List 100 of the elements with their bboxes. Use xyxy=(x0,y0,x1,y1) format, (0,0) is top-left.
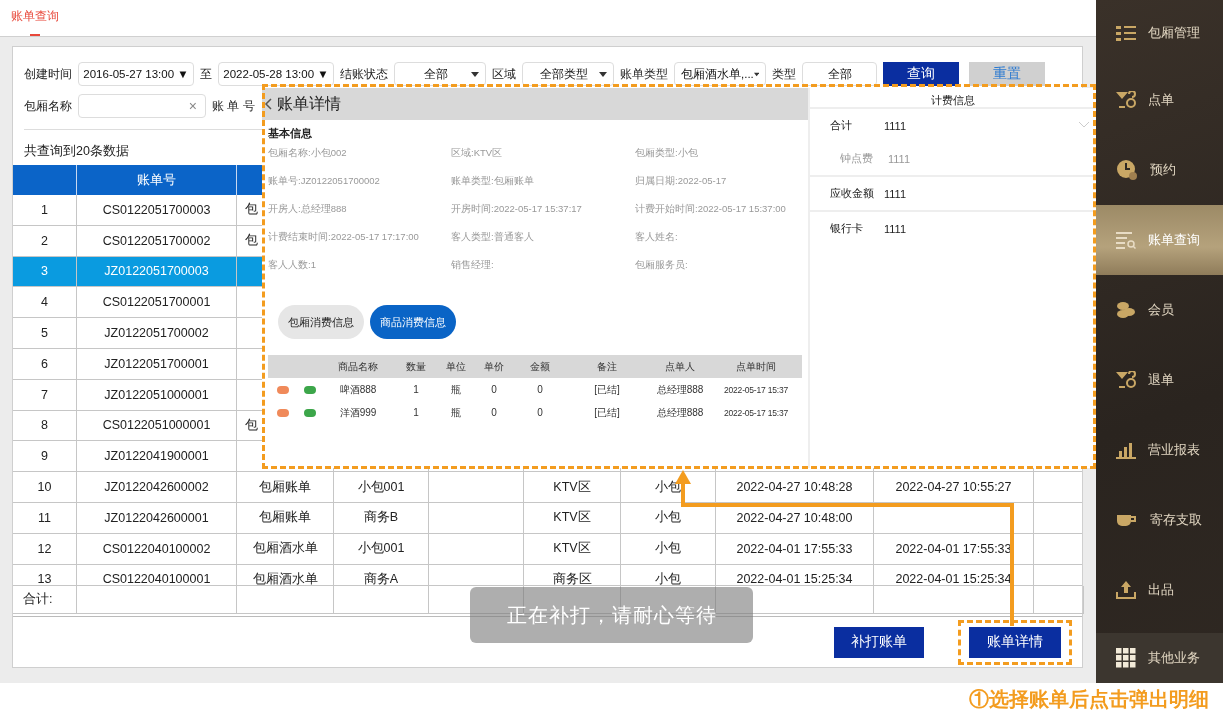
section-title: 基本信息 xyxy=(268,126,313,141)
table-row[interactable]: 12 CS0122040100002 包厢酒水单 小包001 KTV区 小包 2022-04-01 17:55:33 2022-04-01 17:55:33 xyxy=(13,533,1082,565)
date-dropdown[interactable]: 2016-05-27 13:00 ▼ xyxy=(78,62,194,86)
table-cell: 2022-04-01 17:55:33 xyxy=(716,533,874,565)
sidebar-item[interactable]: 退单 xyxy=(1096,345,1223,415)
table-cell: 2022-04-01 15:25:34 xyxy=(874,564,1034,585)
table-cell: 小包 xyxy=(621,564,716,585)
info-field: 包厢名称:小包002 xyxy=(268,147,451,161)
pill-icon[interactable] xyxy=(303,408,316,417)
type-field[interactable]: 全部 xyxy=(802,62,877,86)
sidebar-item[interactable]: 寄存支取 xyxy=(1096,485,1223,555)
table-cell: 包厢账单 xyxy=(237,472,334,503)
table-cell: 4 xyxy=(13,287,77,319)
details-button[interactable]: 账单详情 xyxy=(969,626,1061,658)
cup-icon xyxy=(1116,512,1138,528)
table-cell: 商务A xyxy=(334,564,429,585)
column-header: 单位 xyxy=(445,359,467,374)
select-dropdown[interactable]: 包厢酒水单,... xyxy=(674,62,766,86)
column-header: 账单号 xyxy=(77,165,237,195)
pill-icon[interactable] xyxy=(276,385,289,394)
sidebar-item[interactable]: 包厢管理 xyxy=(1096,0,1223,65)
table-cell: KTV区 xyxy=(524,472,621,503)
billing-label: 钟点费 xyxy=(840,151,874,166)
page-tab[interactable]: 账单查询 xyxy=(11,8,59,36)
table-cell-text: 0 xyxy=(490,384,498,395)
table-cell: 7 xyxy=(13,379,77,411)
table-cell: JZ0122051000001 xyxy=(77,379,237,411)
column-header: 点单时间 xyxy=(735,359,777,374)
table-cell: 包厢账单 xyxy=(237,502,334,534)
table-cell: 6 xyxy=(13,349,77,380)
info-field: 归属日期:2022-05-17 xyxy=(635,175,805,189)
table-cell-text: 0 xyxy=(490,407,498,418)
billing-value: 1111 xyxy=(888,152,911,165)
table-cell-text: [已结] xyxy=(593,405,621,420)
summary-label: 合计: xyxy=(13,586,77,614)
table-cell: 11 xyxy=(13,502,77,534)
table-cell: 8 xyxy=(13,410,77,442)
table-cell: 包厢酒水单 xyxy=(237,533,334,565)
info-field: 账单号:JZ0122051700002 xyxy=(268,175,451,189)
sidebar-item[interactable]: 会员 xyxy=(1096,275,1223,345)
table-cell-text: 2022-05-17 15:37 xyxy=(723,407,789,418)
table-cell-text: 2022-05-17 15:37 xyxy=(723,384,789,395)
grid-icon xyxy=(1116,648,1136,668)
table-row[interactable]: 13 CS0122040100001 包厢酒水单 商务A 商务区 小包 2022-04-01 15:25:34 2022-04-01 15:25:34 xyxy=(13,564,1082,585)
table-cell: JZ0122042600001 xyxy=(77,502,237,534)
table-cell: 2022-04-27 10:48:00 xyxy=(716,502,874,534)
pill-icon[interactable] xyxy=(303,385,316,394)
sidebar-item[interactable]: 其他业务 xyxy=(1096,633,1223,683)
table-cell: JZ0122042600002 xyxy=(77,472,237,503)
table-cell: 商务B xyxy=(334,502,429,534)
table-cell: CS0122051700002 xyxy=(77,225,237,257)
clear-icon[interactable]: × xyxy=(188,98,197,114)
sidebar-item[interactable]: 预约 xyxy=(1096,135,1223,205)
clock-icon xyxy=(1116,159,1138,181)
search-button[interactable]: 查询 xyxy=(883,62,959,86)
coins-icon xyxy=(1116,301,1136,319)
table-row[interactable]: 11 JZ0122042600001 包厢账单 商务B KTV区 小包 2022-04-27 10:48:00 xyxy=(13,502,1082,534)
column-header: 备注 xyxy=(596,359,618,374)
info-field: 客人人数:1 xyxy=(268,259,451,273)
list-search-icon xyxy=(1116,231,1136,249)
dialog-title: 账单详情 xyxy=(277,93,341,114)
table-cell-text: 0 xyxy=(536,407,544,418)
table-row[interactable]: 10 JZ0122042600002 包厢账单 小包001 KTV区 小包 2022-04-27 10:48:28 2022-04-27 10:55:27 xyxy=(13,472,1082,503)
table-cell: 12 xyxy=(13,533,77,565)
bar-chart-icon xyxy=(1116,441,1136,459)
table-cell: KTV区 xyxy=(524,502,621,534)
filter-label: 创建时间 xyxy=(24,65,72,83)
sidebar-item[interactable]: 点单 xyxy=(1096,65,1223,135)
cocktail-icon xyxy=(1116,91,1136,109)
chevron-icon[interactable] xyxy=(1078,121,1090,128)
table-cell-text: 洋酒999 xyxy=(338,405,378,420)
billing-value: 1111 xyxy=(884,187,907,200)
table-cell-text: 1 xyxy=(412,384,420,395)
reprint-button[interactable]: 补打账单 xyxy=(834,626,924,658)
sidebar-item[interactable]: 营业报表 xyxy=(1096,415,1223,485)
select-dropdown[interactable]: 全部类型 xyxy=(522,62,614,86)
date-dropdown[interactable]: 2022-05-28 13:00 ▼ xyxy=(218,62,334,86)
table-cell: 2022-04-27 10:55:27 xyxy=(874,472,1034,503)
table-cell: 13 xyxy=(13,564,77,585)
table-cell: 小包 xyxy=(621,533,716,565)
info-field: 客人姓名: xyxy=(635,231,805,245)
info-field: 包厢服务员: xyxy=(635,259,805,273)
back-icon[interactable] xyxy=(264,98,272,110)
select-dropdown[interactable]: 全部 xyxy=(394,62,486,86)
filter-label: 区域 xyxy=(492,65,516,83)
table-cell: 3 xyxy=(13,256,77,288)
table-cell: 2022-04-27 10:48:28 xyxy=(716,472,874,503)
input-field[interactable]: × xyxy=(78,94,206,118)
table-cell: 9 xyxy=(13,441,77,473)
tab-pill[interactable]: 包厢消费信息 xyxy=(278,305,364,339)
caret-icon xyxy=(471,71,479,77)
pill-icon[interactable] xyxy=(276,408,289,417)
sidebar-item[interactable]: 出品 xyxy=(1096,555,1223,625)
column-header: 点单人 xyxy=(664,359,696,374)
column-header: 商品名称 xyxy=(337,359,379,374)
tab-pill[interactable]: 商品消费信息 xyxy=(370,305,456,339)
table-cell: JZ0122051700003 xyxy=(77,256,237,288)
table-cell: KTV区 xyxy=(524,533,621,565)
column-header: 数量 xyxy=(405,359,427,374)
table-cell: JZ0122051700001 xyxy=(77,349,237,380)
